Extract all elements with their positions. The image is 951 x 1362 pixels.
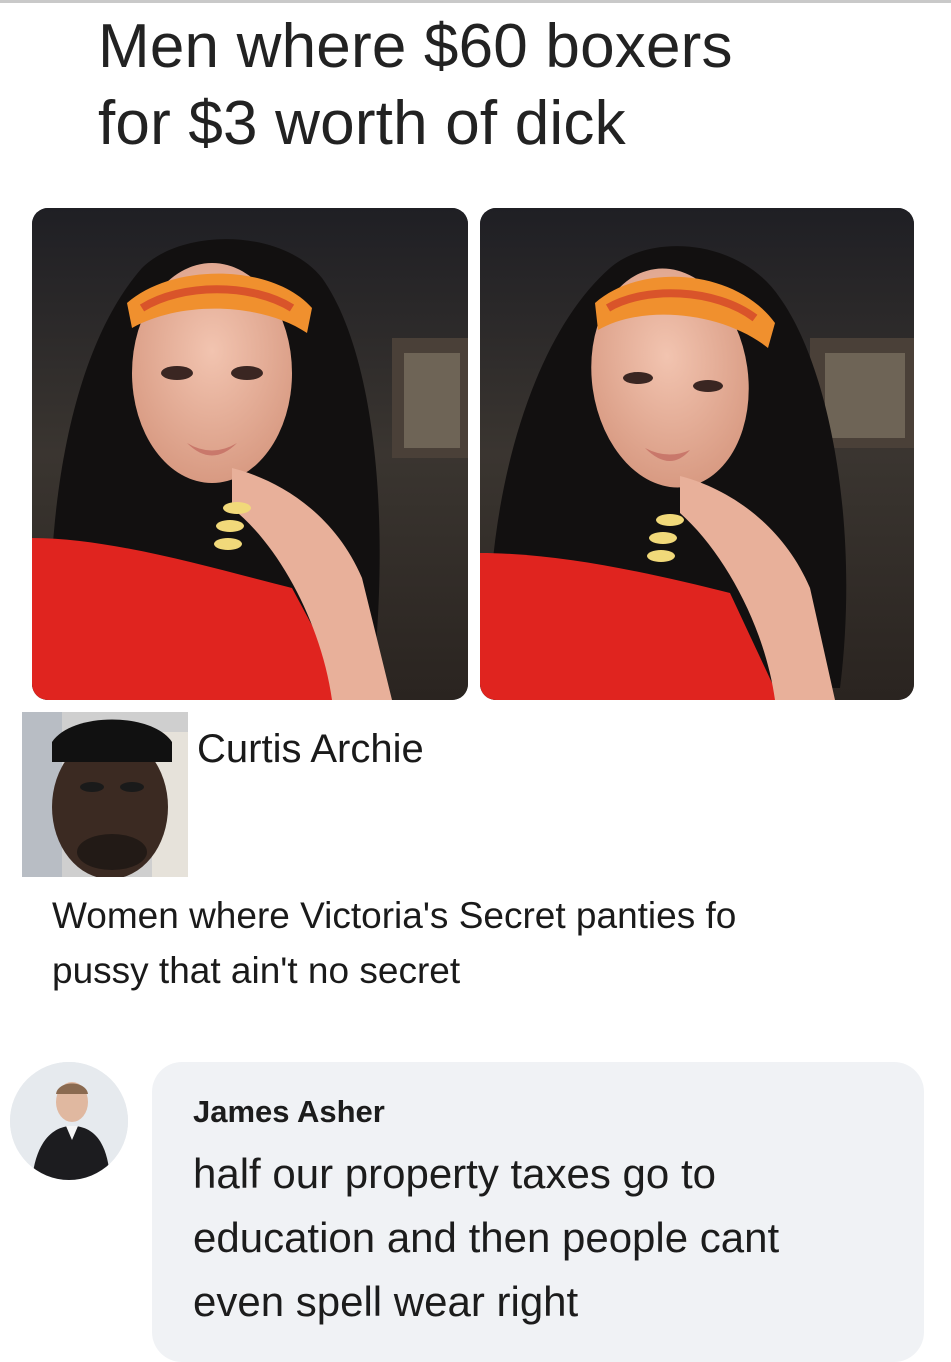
comment-text-james: half our property taxes go to education … [193,1142,913,1334]
woman-photo-1 [32,208,468,700]
comment-line: Women where Victoria's Secret panties fo [52,895,737,936]
woman-photo-2 [480,208,914,700]
comment-line: education and then people cant [193,1214,780,1261]
caption-line-1: Men where $60 boxers [98,12,733,81]
post-photo-right[interactable] [480,208,914,700]
top-divider [0,0,951,3]
comment-text-curtis: Women where Victoria's Secret panties fo… [52,888,951,998]
comment-line: half our property taxes go to [193,1150,716,1197]
comment-line: pussy that ain't no secret [52,950,461,991]
caption-line-2: for $3 worth of dick [98,89,626,158]
man-avatar[interactable] [22,712,188,877]
post-photo-left[interactable] [32,208,468,700]
post-caption: Men where $60 boxers for $3 worth of dic… [98,8,918,162]
person-avatar[interactable] [10,1062,128,1180]
comment-line: even spell wear right [193,1278,579,1325]
comment-author-james[interactable]: James Asher [193,1092,385,1132]
comment-author-curtis[interactable]: Curtis Archie [197,724,424,774]
